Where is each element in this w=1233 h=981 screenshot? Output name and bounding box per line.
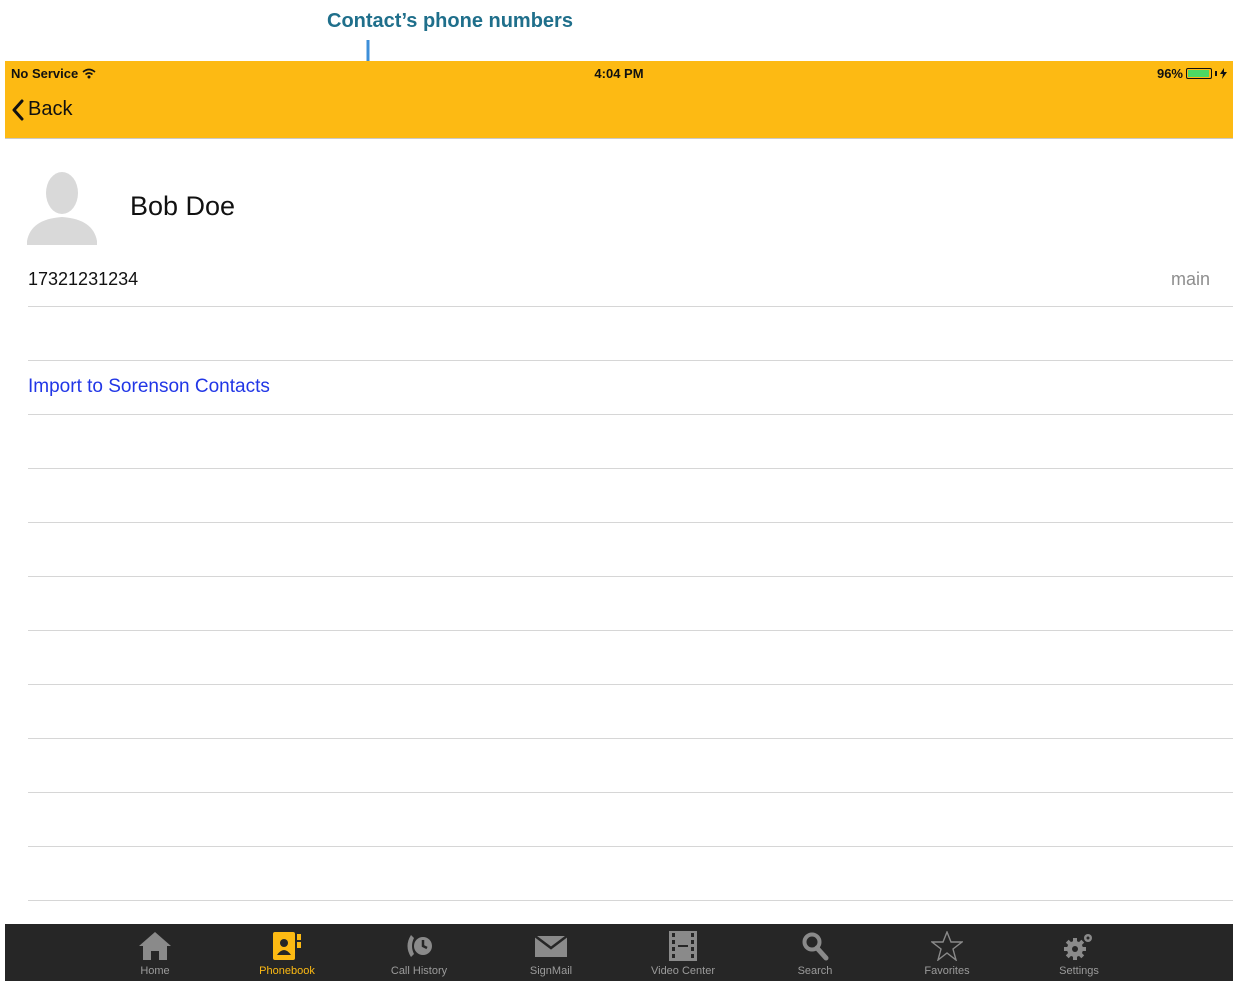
empty-row	[28, 577, 1233, 631]
battery-tip	[1215, 71, 1217, 76]
gear-icon	[1064, 934, 1092, 960]
empty-row	[28, 469, 1233, 523]
ipad-screen: No Service 4:04 PM 96% Back Bob Doe 1732…	[5, 61, 1233, 981]
empty-row	[28, 631, 1233, 685]
tab-phonebook[interactable]: Phonebook	[221, 924, 353, 981]
charging-icon	[1220, 68, 1227, 79]
chevron-left-icon	[12, 99, 24, 120]
back-button[interactable]: Back	[11, 98, 72, 121]
home-icon	[139, 932, 171, 960]
tab-call-history[interactable]: Call History	[353, 924, 485, 981]
avatar	[27, 172, 97, 245]
contact-name: Bob Doe	[130, 191, 236, 221]
battery-percent: 96%	[1156, 66, 1183, 81]
back-label: Back	[28, 98, 73, 120]
status-bar: No Service 4:04 PM 96%	[5, 61, 1233, 85]
call-history-icon	[407, 935, 432, 957]
tab-settings[interactable]: Settings	[1013, 924, 1145, 981]
tab-label: Favorites	[924, 965, 970, 977]
tab-label: Settings	[1059, 965, 1099, 977]
tab-label: Phonebook	[259, 965, 315, 977]
tab-label: SignMail	[529, 965, 573, 977]
empty-row	[28, 415, 1233, 469]
search-icon	[802, 932, 829, 961]
empty-row	[28, 739, 1233, 793]
battery-icon	[1186, 68, 1212, 79]
status-right: 96%	[1157, 66, 1227, 81]
phone-number: 17321231234	[28, 269, 139, 289]
empty-row	[28, 685, 1233, 739]
empty-row	[28, 307, 1233, 361]
battery-fill	[1188, 70, 1210, 77]
status-time: 4:04 PM	[594, 66, 644, 81]
star-icon	[931, 931, 963, 961]
empty-row	[28, 847, 1233, 901]
tab-label: Video Center	[650, 965, 715, 977]
contact-header: Bob Doe	[5, 139, 1233, 249]
empty-row	[28, 523, 1233, 577]
import-row[interactable]: Import to Sorenson Contacts	[28, 361, 1233, 415]
empty-row	[28, 793, 1233, 847]
tab-video-center[interactable]: Video Center	[617, 924, 749, 981]
mail-icon	[534, 935, 568, 957]
contact-detail-list: 17321231234 main Import to Sorenson Cont…	[28, 257, 1233, 901]
tab-favorites[interactable]: Favorites	[881, 924, 1013, 981]
tab-label: Home	[140, 965, 170, 977]
film-icon	[669, 931, 697, 961]
phonebook-icon	[273, 932, 301, 960]
tab-bar: Home Phonebook Call History SignMail Vid…	[5, 924, 1233, 981]
tab-label: Call History	[390, 965, 448, 977]
tab-signmail[interactable]: SignMail	[485, 924, 617, 981]
tab-home[interactable]: Home	[89, 924, 221, 981]
tab-label: Search	[797, 965, 833, 977]
phone-type-label: main	[1170, 269, 1210, 289]
phone-number-row[interactable]: 17321231234 main	[28, 257, 1233, 307]
navigation-bar: Back	[5, 85, 1233, 139]
import-to-sorenson-contacts-link[interactable]: Import to Sorenson Contacts	[28, 376, 270, 398]
tab-search[interactable]: Search	[749, 924, 881, 981]
